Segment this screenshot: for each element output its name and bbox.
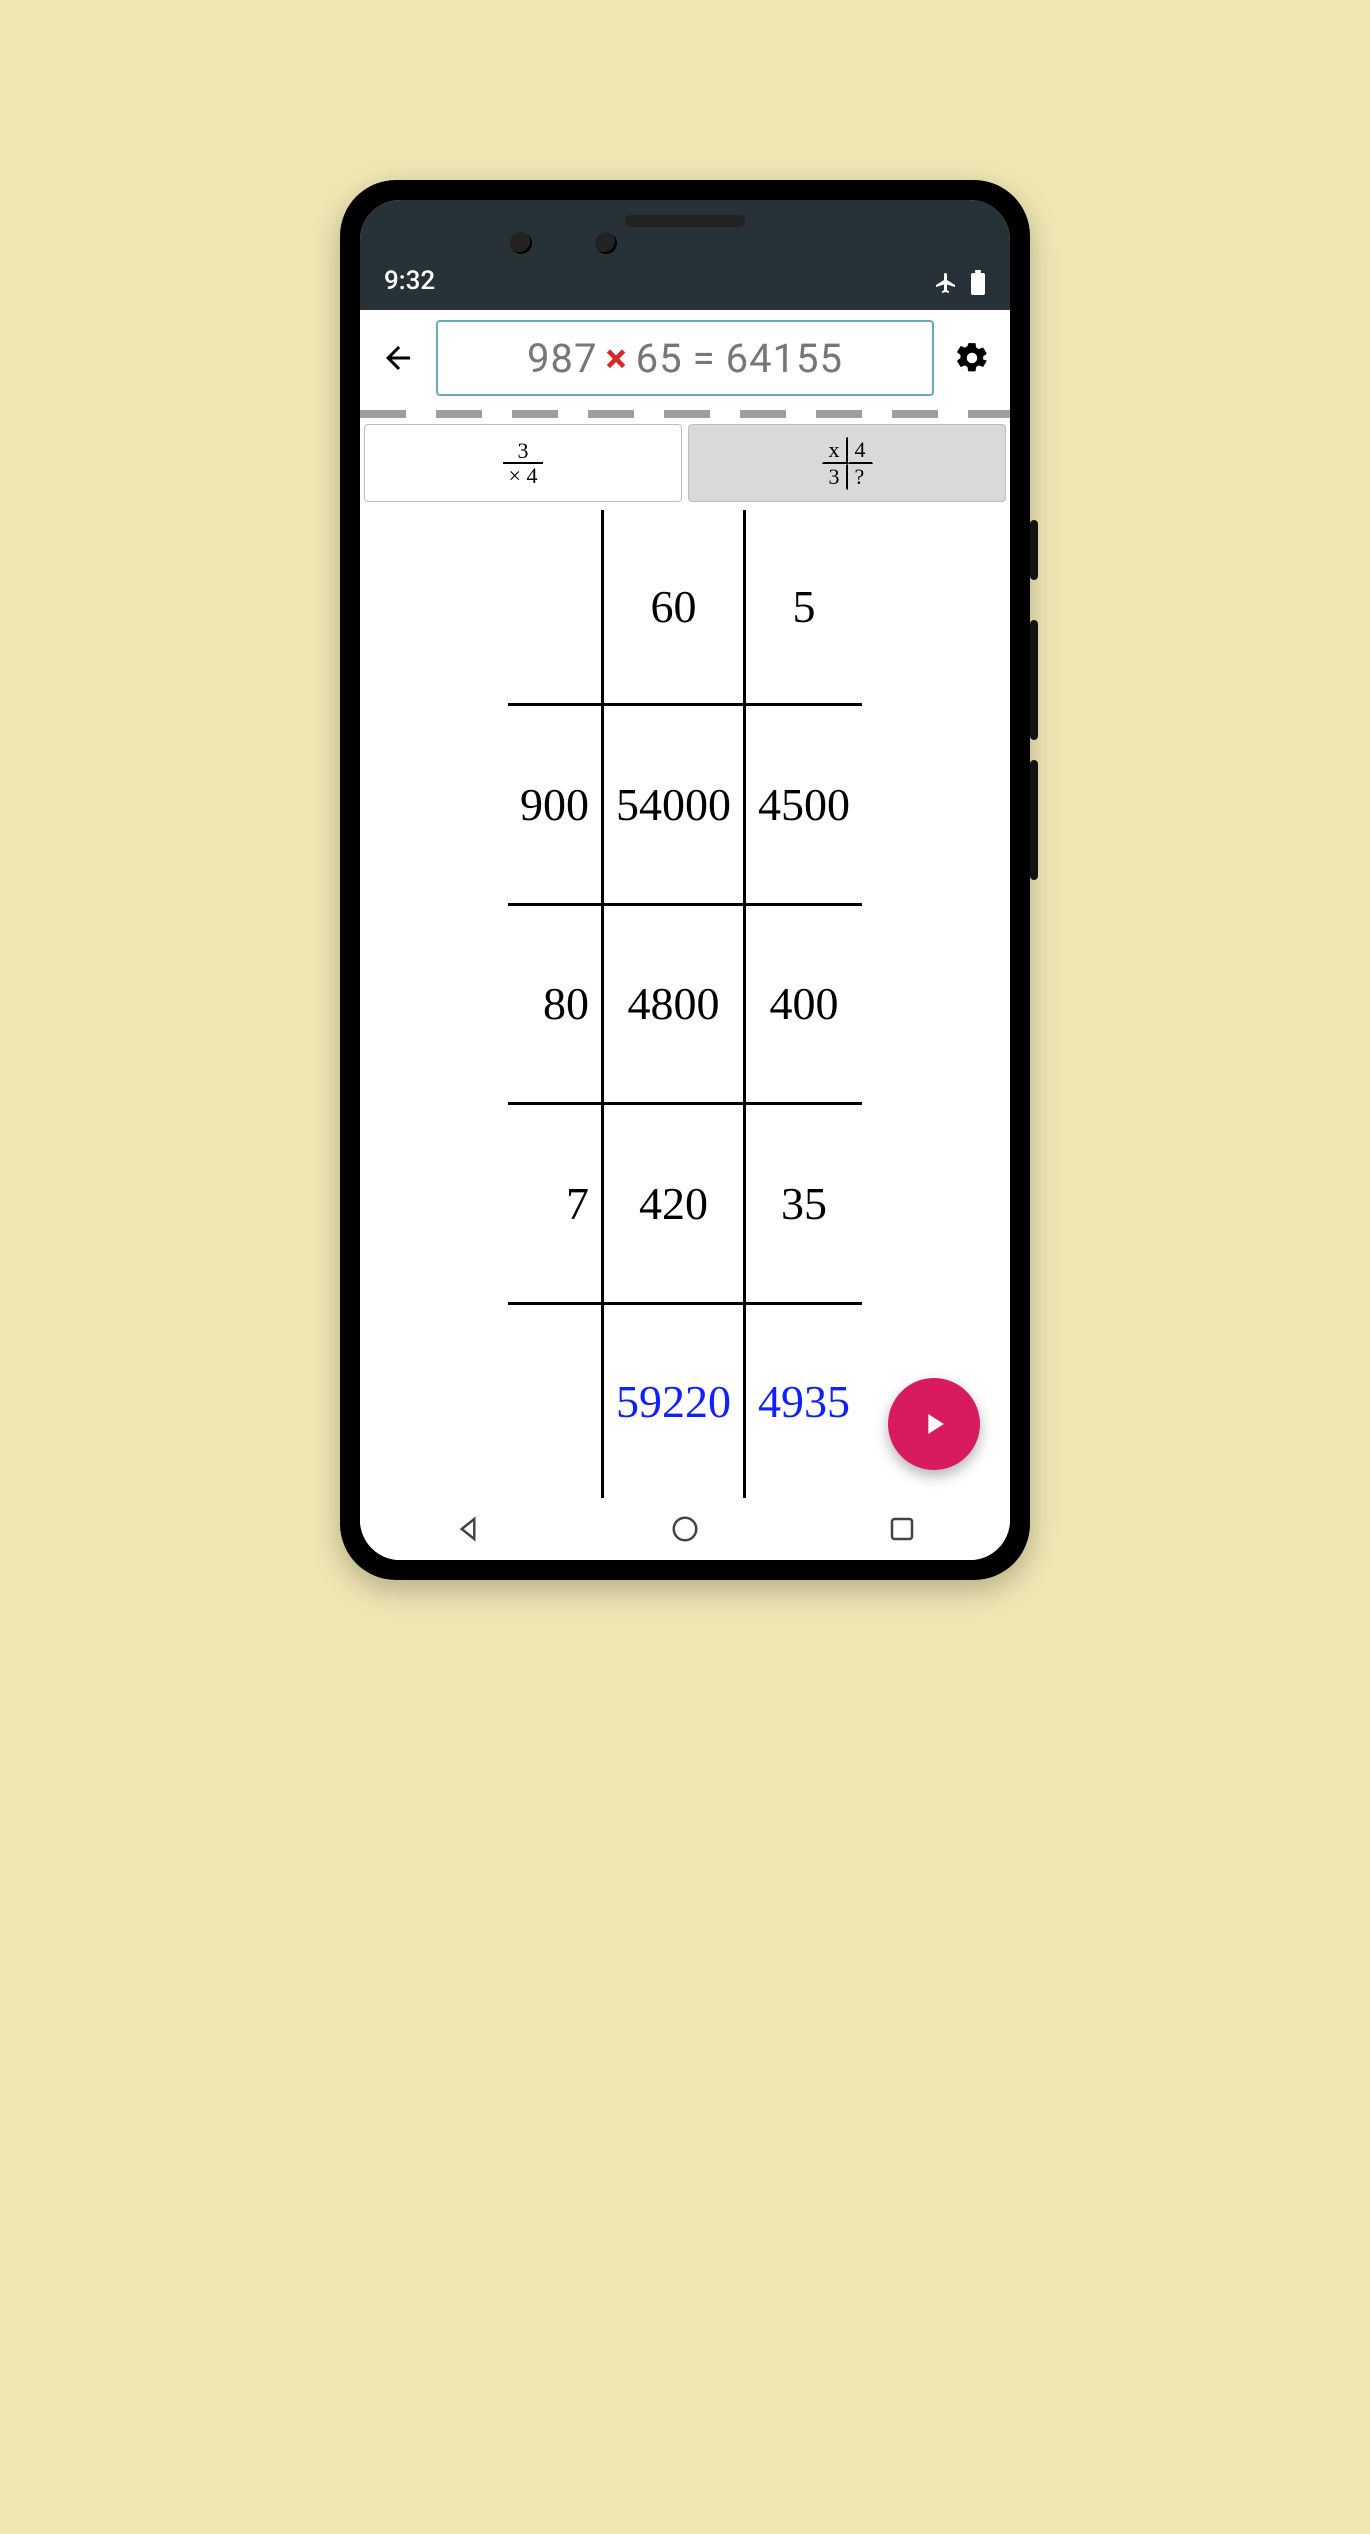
grid-cell: 54000	[603, 705, 745, 905]
equals-sign: =	[693, 335, 716, 382]
tab-standard-multiplication[interactable]: 3 × 4	[364, 424, 682, 502]
grid-row: 80 4800 400	[508, 904, 862, 1104]
phone-camera	[510, 232, 532, 254]
grid-corner	[508, 510, 603, 705]
grid-row: 900 54000 4500	[508, 705, 862, 905]
grid-col-header: 60	[603, 510, 745, 705]
phone-speaker	[625, 215, 745, 227]
mode-tabs: 3 × 4 x 4 3 ?	[360, 424, 1010, 502]
grid-row-label: 900	[508, 705, 603, 905]
clock: 9:32	[384, 266, 435, 296]
grid-col-sum: 59220	[603, 1303, 745, 1498]
airplane-mode-icon	[934, 271, 958, 295]
divider	[360, 410, 1010, 418]
grid-header-row: 60 5	[508, 510, 862, 705]
grid-cell: 4800	[603, 904, 745, 1104]
screen: 9:32 987 × 65 = 64155	[360, 200, 1010, 1560]
grid-cell: 35	[745, 1104, 863, 1304]
grid-row-label: 80	[508, 904, 603, 1104]
phone-camera	[595, 232, 617, 254]
battery-icon	[970, 270, 986, 296]
play-icon	[917, 1407, 951, 1441]
expression-input[interactable]: 987 × 65 = 64155	[436, 320, 934, 396]
calculation-area: 60 5 900 54000 4500 80 4800 400 7 420 35	[360, 502, 1010, 1498]
status-icons	[934, 270, 986, 296]
phone-side-button	[1030, 520, 1038, 580]
standard-multiplication-icon: 3 × 4	[503, 439, 544, 487]
tab-grid-multiplication[interactable]: x 4 3 ?	[688, 424, 1006, 502]
nav-back-icon[interactable]	[453, 1514, 483, 1544]
settings-button[interactable]	[948, 334, 996, 382]
nav-home-icon[interactable]	[670, 1514, 700, 1544]
grid-sum-row: 59220 4935	[508, 1303, 862, 1498]
multiplication-grid: 60 5 900 54000 4500 80 4800 400 7 420 35	[508, 510, 862, 1498]
operand-b: 65	[636, 335, 683, 382]
grid-col-header: 5	[745, 510, 863, 705]
phone-side-button	[1030, 760, 1038, 880]
operator: ×	[605, 335, 627, 382]
app-bar: 987 × 65 = 64155	[360, 310, 1010, 406]
grid-col-sum: 4935	[745, 1303, 863, 1498]
operand-a: 987	[527, 335, 597, 382]
grid-cell: 420	[603, 1104, 745, 1304]
android-nav-bar	[360, 1498, 1010, 1560]
phone-frame: 9:32 987 × 65 = 64155	[340, 180, 1030, 1580]
grid-multiplication-icon: x 4 3 ?	[822, 437, 873, 490]
back-button[interactable]	[374, 334, 422, 382]
gear-icon	[954, 340, 990, 376]
grid-sum-label	[508, 1303, 603, 1498]
grid-cell: 4500	[745, 705, 863, 905]
arrow-left-icon	[380, 340, 416, 376]
grid-row-label: 7	[508, 1104, 603, 1304]
nav-recents-icon[interactable]	[887, 1514, 917, 1544]
play-button[interactable]	[888, 1378, 980, 1470]
grid-row: 7 420 35	[508, 1104, 862, 1304]
result: 64155	[726, 335, 843, 382]
phone-side-button	[1030, 620, 1038, 740]
grid-cell: 400	[745, 904, 863, 1104]
